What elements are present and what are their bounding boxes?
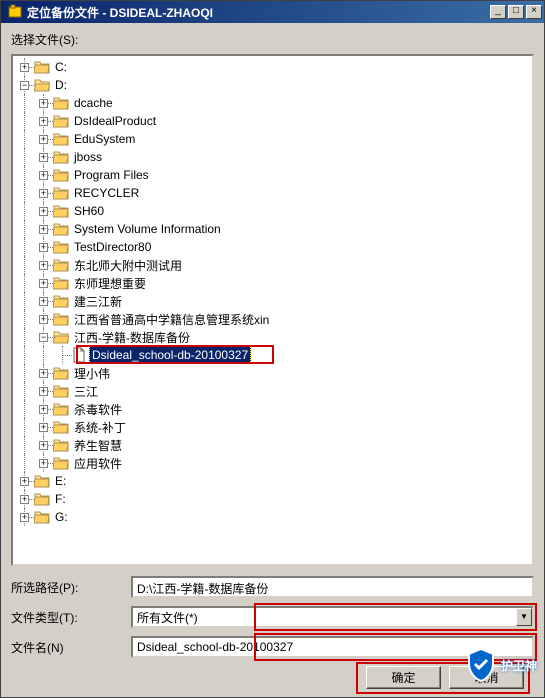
dialog-window: 定位备份文件 - DSIDEAL-ZHAOQI _ □ × 选择文件(S): +… bbox=[0, 0, 545, 698]
tree-folder[interactable]: + E: bbox=[15, 472, 530, 490]
bottom-form: 所选路径(P): D:\江西-学籍-数据库备份 文件类型(T): 所有文件(*)… bbox=[11, 576, 534, 689]
node-label[interactable]: 养生智慧 bbox=[72, 436, 124, 455]
filetype-label: 文件类型(T): bbox=[11, 609, 131, 626]
expander-icon[interactable]: − bbox=[39, 333, 48, 342]
node-label[interactable]: SH60 bbox=[72, 203, 106, 219]
node-label[interactable]: TestDirector80 bbox=[72, 239, 153, 255]
ok-button[interactable]: 确定 bbox=[366, 666, 441, 689]
app-icon bbox=[7, 4, 23, 20]
node-label[interactable]: 江西省普通高中学籍信息管理系统xin bbox=[72, 310, 271, 329]
expander-icon[interactable]: + bbox=[39, 297, 48, 306]
cancel-button[interactable]: 取消 bbox=[449, 666, 524, 689]
node-label[interactable]: 东北师大附中测试用 bbox=[72, 256, 184, 275]
filename-input[interactable] bbox=[131, 636, 534, 658]
tree-folder[interactable]: + 杀毒软件 bbox=[15, 400, 530, 418]
tree-folder[interactable]: + F: bbox=[15, 490, 530, 508]
expander-icon[interactable]: + bbox=[20, 495, 29, 504]
maximize-button[interactable]: □ bbox=[508, 5, 524, 19]
expander-icon[interactable]: + bbox=[39, 117, 48, 126]
expander-icon[interactable]: + bbox=[39, 99, 48, 108]
expander-icon[interactable]: + bbox=[39, 225, 48, 234]
tree-folder[interactable]: + C: bbox=[15, 58, 530, 76]
node-label[interactable]: 江西-学籍-数据库备份 bbox=[72, 328, 192, 347]
expander-icon[interactable]: + bbox=[39, 405, 48, 414]
expander-icon[interactable]: + bbox=[20, 513, 29, 522]
file-tree[interactable]: + C: − D: + dcache + DsIdealProduct + EduSystem + j… bbox=[11, 54, 534, 566]
select-file-label: 选择文件(S): bbox=[11, 31, 534, 48]
tree-folder[interactable]: + 建三江新 bbox=[15, 292, 530, 310]
expander-icon[interactable]: + bbox=[39, 189, 48, 198]
expander-icon[interactable]: − bbox=[20, 81, 29, 90]
filetype-select[interactable]: 所有文件(*) ▼ bbox=[131, 606, 534, 628]
node-label[interactable]: dcache bbox=[72, 95, 115, 111]
dropdown-arrow-icon[interactable]: ▼ bbox=[516, 608, 532, 626]
node-label[interactable]: F: bbox=[53, 491, 68, 507]
tree-folder[interactable]: + System Volume Information bbox=[15, 220, 530, 238]
expander-icon[interactable]: + bbox=[20, 63, 29, 72]
node-label[interactable]: 系统-补丁 bbox=[72, 418, 128, 437]
expander-icon[interactable]: + bbox=[39, 315, 48, 324]
tree-folder[interactable]: + 三江 bbox=[15, 382, 530, 400]
expander-icon[interactable]: + bbox=[39, 279, 48, 288]
tree-folder[interactable]: + 东师理想重要 bbox=[15, 274, 530, 292]
tree-folder[interactable]: + 系统-补丁 bbox=[15, 418, 530, 436]
window-controls: _ □ × bbox=[490, 5, 542, 19]
node-label[interactable]: Program Files bbox=[72, 167, 151, 183]
tree-folder[interactable]: + RECYCLER bbox=[15, 184, 530, 202]
node-label[interactable]: 三江 bbox=[72, 382, 100, 401]
expander-icon[interactable]: + bbox=[39, 261, 48, 270]
node-label[interactable]: 杀毒软件 bbox=[72, 400, 124, 419]
node-label[interactable]: C: bbox=[53, 59, 69, 75]
tree-folder[interactable]: + EduSystem bbox=[15, 130, 530, 148]
expander-icon[interactable]: + bbox=[39, 243, 48, 252]
node-label[interactable]: E: bbox=[53, 473, 68, 489]
tree-folder[interactable]: + 江西省普通高中学籍信息管理系统xin bbox=[15, 310, 530, 328]
tree-folder[interactable]: + TestDirector80 bbox=[15, 238, 530, 256]
tree-folder[interactable]: + dcache bbox=[15, 94, 530, 112]
tree-folder[interactable]: + 应用软件 bbox=[15, 454, 530, 472]
node-label[interactable]: System Volume Information bbox=[72, 221, 223, 237]
title-text: 定位备份文件 - DSIDEAL-ZHAOQI bbox=[27, 4, 490, 21]
tree-folder[interactable]: + jboss bbox=[15, 148, 530, 166]
close-button[interactable]: × bbox=[526, 5, 542, 19]
node-label[interactable]: G: bbox=[53, 509, 70, 525]
titlebar[interactable]: 定位备份文件 - DSIDEAL-ZHAOQI _ □ × bbox=[1, 1, 544, 23]
tree-folder[interactable]: + 理小伟 bbox=[15, 364, 530, 382]
node-label[interactable]: 建三江新 bbox=[72, 292, 124, 311]
filename-label: 文件名(N) bbox=[11, 639, 131, 656]
node-label[interactable]: 东师理想重要 bbox=[72, 274, 148, 293]
tree-folder[interactable]: + Program Files bbox=[15, 166, 530, 184]
expander-icon[interactable]: + bbox=[39, 135, 48, 144]
expander-icon[interactable]: + bbox=[39, 423, 48, 432]
tree-folder[interactable]: − 江西-学籍-数据库备份 bbox=[15, 328, 530, 346]
tree-file[interactable]: Dsideal_school-db-20100327 bbox=[15, 346, 530, 364]
node-label[interactable]: 理小伟 bbox=[72, 364, 112, 383]
expander-icon[interactable]: + bbox=[39, 171, 48, 180]
node-label[interactable]: jboss bbox=[72, 149, 104, 165]
tree-folder[interactable]: + SH60 bbox=[15, 202, 530, 220]
expander-icon[interactable]: + bbox=[20, 477, 29, 486]
node-label[interactable]: EduSystem bbox=[72, 131, 137, 147]
expander-icon[interactable]: + bbox=[39, 207, 48, 216]
node-label[interactable]: DsIdealProduct bbox=[72, 113, 158, 129]
tree-folder[interactable]: − D: bbox=[15, 76, 530, 94]
path-label: 所选路径(P): bbox=[11, 579, 131, 596]
node-label[interactable]: D: bbox=[53, 77, 69, 93]
expander-icon[interactable]: + bbox=[39, 441, 48, 450]
tree-folder[interactable]: + 养生智慧 bbox=[15, 436, 530, 454]
tree-folder[interactable]: + 东北师大附中测试用 bbox=[15, 256, 530, 274]
expander-icon[interactable]: + bbox=[39, 387, 48, 396]
tree-folder[interactable]: + DsIdealProduct bbox=[15, 112, 530, 130]
expander-icon[interactable]: + bbox=[39, 459, 48, 468]
path-display: D:\江西-学籍-数据库备份 bbox=[131, 576, 534, 598]
node-label[interactable]: 应用软件 bbox=[72, 454, 124, 473]
minimize-button[interactable]: _ bbox=[490, 5, 506, 19]
expander-icon[interactable]: + bbox=[39, 369, 48, 378]
expander-icon[interactable]: + bbox=[39, 153, 48, 162]
tree-folder[interactable]: + G: bbox=[15, 508, 530, 526]
content-area: 选择文件(S): + C: − D: + dcache + DsIdealProduct + Ed… bbox=[1, 23, 544, 697]
node-label[interactable]: Dsideal_school-db-20100327 bbox=[89, 346, 251, 364]
node-label[interactable]: RECYCLER bbox=[72, 185, 141, 201]
